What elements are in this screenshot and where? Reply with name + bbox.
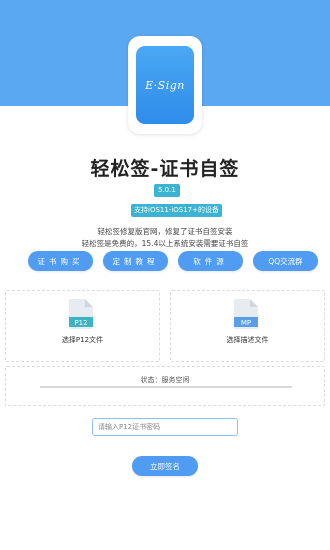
select-p12-label: 选择P12文件 [61, 336, 104, 344]
action-buttons: 证书购买 定制教程 软件源 QQ交流群 [28, 251, 318, 271]
select-profile-label: 选择描述文件 [226, 336, 269, 344]
description-line-2: 轻松签是免费的，15.4以上系统安装需要证书自签 [81, 239, 249, 248]
support-badge: 支持iOS11-iOS17+的设备 [131, 204, 223, 217]
app-logo-inner: E·Sign [136, 46, 194, 124]
status-progress-bar [40, 386, 292, 388]
logo-text: E·Sign [145, 78, 185, 92]
select-p12-file[interactable]: P12 选择P12文件 [5, 290, 160, 362]
file-p12-tag: P12 [74, 319, 87, 327]
buy-certificate-button[interactable]: 证书购买 [28, 251, 93, 271]
qq-group-button[interactable]: QQ交流群 [253, 251, 318, 271]
page-title: 轻松签-证书自签 [90, 158, 240, 180]
description-line-1: 轻松签修复版官网，修复了证书自签安装 [97, 227, 233, 236]
version-badge: 5.0.1 [154, 184, 180, 197]
file-p12-icon: P12 [69, 299, 93, 329]
sign-now-button[interactable]: 立即签名 [132, 456, 198, 476]
software-source-button[interactable]: 软件源 [178, 251, 243, 271]
status-panel: 状态：服务空闲 [5, 366, 325, 406]
p12-password-input[interactable] [92, 418, 238, 436]
app-logo: E·Sign [128, 36, 202, 134]
select-profile-file[interactable]: MP 选择描述文件 [170, 290, 325, 362]
custom-tutorial-button[interactable]: 定制教程 [103, 251, 168, 271]
file-mp-tag: MP [241, 319, 251, 327]
file-mp-icon: MP [234, 299, 258, 329]
status-text: 状态：服务空闲 [140, 376, 190, 384]
